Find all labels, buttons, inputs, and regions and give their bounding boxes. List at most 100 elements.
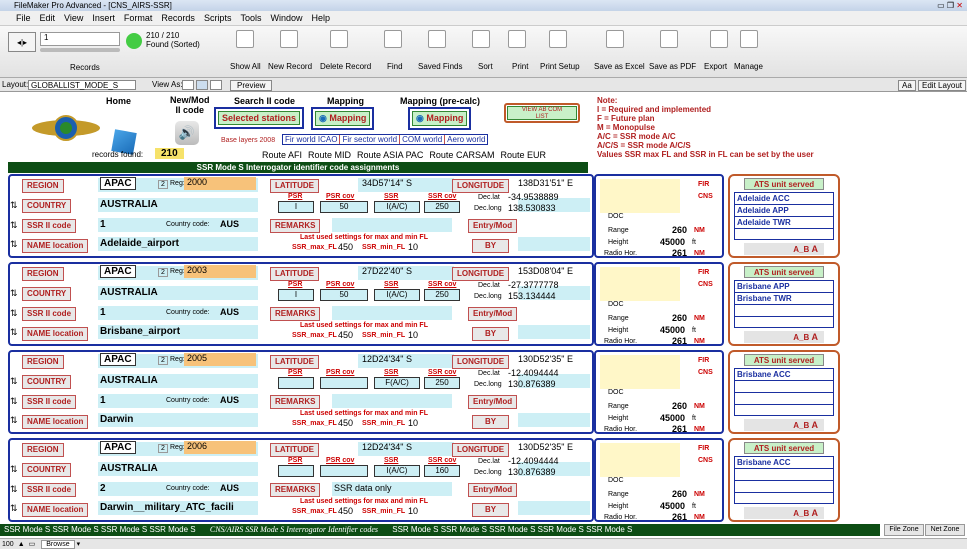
ssr-cov-field[interactable]: 250 <box>424 201 460 213</box>
ssr-min-fl-field[interactable]: 10 <box>408 330 418 340</box>
sort-icon[interactable]: ⇅ <box>10 220 18 231</box>
save-excel-button[interactable]: Save as Excel <box>594 62 645 71</box>
print-setup-icon[interactable] <box>549 30 567 48</box>
dec-long-field[interactable]: 153.134444 <box>508 291 556 301</box>
print-setup-button[interactable]: Print Setup <box>540 62 580 71</box>
ssr-code-field[interactable]: 2 <box>100 483 106 494</box>
sort-icon[interactable]: ⇅ <box>10 464 18 475</box>
sort-icon[interactable]: ⇅ <box>10 200 18 211</box>
sort-icon[interactable]: ⇅ <box>10 327 18 338</box>
ats-unit-item[interactable] <box>735 493 833 505</box>
ats-unit-list[interactable]: Brisbane ACC <box>734 456 834 504</box>
menu-window[interactable]: Window <box>270 11 302 26</box>
find-icon[interactable] <box>384 30 402 48</box>
record-number-input[interactable]: 1 <box>40 32 120 46</box>
longitude-field[interactable]: 138D31'51" E <box>518 178 573 188</box>
save-pdf-icon[interactable] <box>660 30 678 48</box>
find-button[interactable]: Find <box>387 62 403 71</box>
psr-field[interactable] <box>278 465 314 477</box>
ats-unit-item[interactable] <box>735 393 833 405</box>
net-zone-button[interactable]: Net Zone <box>925 524 965 536</box>
ats-unit-item[interactable] <box>735 305 833 317</box>
delete-record-icon[interactable] <box>330 30 348 48</box>
manage-button[interactable]: Manage <box>734 62 763 71</box>
latitude-field[interactable]: 12D24'34" S <box>362 354 412 364</box>
zoom-level[interactable]: 100 <box>2 541 14 548</box>
sort-icon[interactable]: ⇅ <box>10 239 18 250</box>
longitude-field[interactable]: 130D52'35" E <box>518 354 573 364</box>
reg-field[interactable]: 2005 <box>184 353 256 366</box>
ats-unit-item[interactable] <box>735 317 833 329</box>
ats-unit-item[interactable]: Adelaide TWR <box>735 217 833 229</box>
route-asia-pac-link[interactable]: Route ASIA PAC <box>357 150 423 160</box>
menu-view[interactable]: View <box>64 11 83 26</box>
sort-button[interactable]: Sort <box>478 62 493 71</box>
new-record-button[interactable]: New Record <box>268 62 312 71</box>
show-all-button[interactable]: Show All <box>230 62 261 71</box>
ats-unit-item[interactable] <box>735 405 833 417</box>
menu-file[interactable]: File <box>16 11 31 26</box>
range-field[interactable]: 260 <box>672 225 687 235</box>
name-location-field[interactable]: Brisbane_airport <box>100 326 180 337</box>
name-location-field[interactable]: Adelaide_airport <box>100 238 179 249</box>
sort-icon[interactable]: ⇅ <box>10 415 18 426</box>
menu-tools[interactable]: Tools <box>240 11 261 26</box>
logo-icon[interactable] <box>30 109 102 147</box>
sort-icon[interactable]: ⇅ <box>10 376 18 387</box>
psr-field[interactable]: I <box>278 201 314 213</box>
layer-com-world-link[interactable]: COM world <box>400 135 446 144</box>
ssr-cov-field[interactable]: 250 <box>424 377 460 389</box>
ats-unit-item[interactable]: Brisbane TWR <box>735 293 833 305</box>
longitude-field[interactable]: 130D52'35" E <box>518 442 573 452</box>
ssr-min-fl-field[interactable]: 10 <box>408 506 418 516</box>
psr-cov-field[interactable]: 50 <box>320 201 368 213</box>
psr-field[interactable]: I <box>278 289 314 301</box>
dec-long-field[interactable]: 138.530833 <box>508 203 556 213</box>
psr-cov-field[interactable] <box>320 465 368 477</box>
sort-icon[interactable]: ⇅ <box>10 396 18 407</box>
ats-unit-item[interactable] <box>735 469 833 481</box>
psr-field[interactable] <box>278 377 314 389</box>
ssr-cov-field[interactable]: 160 <box>424 465 460 477</box>
ats-unit-list[interactable]: Brisbane APP Brisbane TWR <box>734 280 834 328</box>
longitude-field[interactable]: 153D08'04" E <box>518 266 573 276</box>
dec-lat-field[interactable]: -27.3777778 <box>508 280 559 290</box>
reg-field[interactable]: 2006 <box>184 441 256 454</box>
ssr-max-fl-field[interactable]: 450 <box>338 506 353 516</box>
status-toggle-icon[interactable]: ▭ <box>29 540 36 548</box>
range-field[interactable]: 260 <box>672 313 687 323</box>
psr-cov-field[interactable]: 50 <box>320 289 368 301</box>
dec-long-field[interactable]: 130.876389 <box>508 467 556 477</box>
export-button[interactable]: Export <box>704 62 727 71</box>
ssr-max-fl-field[interactable]: 450 <box>338 330 353 340</box>
height-field[interactable]: 45000 <box>660 237 685 247</box>
ats-unit-item[interactable]: Adelaide APP <box>735 205 833 217</box>
print-button[interactable]: Print <box>512 62 528 71</box>
country-field[interactable]: AUSTRALIA <box>100 199 158 210</box>
saved-finds-icon[interactable] <box>428 30 446 48</box>
ats-unit-item[interactable] <box>735 381 833 393</box>
dec-long-field[interactable]: 130.876389 <box>508 379 556 389</box>
preview-button[interactable]: Preview <box>230 80 273 91</box>
radio-hor-field[interactable]: 261 <box>672 512 687 522</box>
ats-unit-item[interactable] <box>735 481 833 493</box>
height-field[interactable]: 45000 <box>660 413 685 423</box>
list-item[interactable]: ⇅ ⇅ ⇅ REGION APAC 2 Reg: 2005 COUNTRY AU… <box>8 349 958 436</box>
country-code-field[interactable]: AUS <box>220 219 239 229</box>
radio-hor-field[interactable]: 261 <box>672 336 687 346</box>
name-location-field[interactable]: Darwin <box>100 414 133 425</box>
latitude-field[interactable]: 12D24'34" S <box>362 442 412 452</box>
close-icon[interactable]: ✕ <box>956 1 963 10</box>
region-field[interactable]: APAC <box>100 353 136 366</box>
sort-icon[interactable]: ⇅ <box>10 288 18 299</box>
ssr-field[interactable]: F(A/C) <box>374 377 420 389</box>
ssr-code-field[interactable]: 1 <box>100 307 106 318</box>
radio-hor-field[interactable]: 261 <box>672 424 687 434</box>
save-excel-icon[interactable] <box>606 30 624 48</box>
ats-unit-item[interactable]: Adelaide ACC <box>735 193 833 205</box>
latitude-field[interactable]: 27D22'40" S <box>362 266 412 276</box>
restore-icon[interactable]: ❐ <box>947 1 954 10</box>
zoom-in-icon[interactable]: ▲ <box>18 541 25 548</box>
psr-cov-field[interactable] <box>320 377 368 389</box>
route-eur-link[interactable]: Route EUR <box>500 150 546 160</box>
